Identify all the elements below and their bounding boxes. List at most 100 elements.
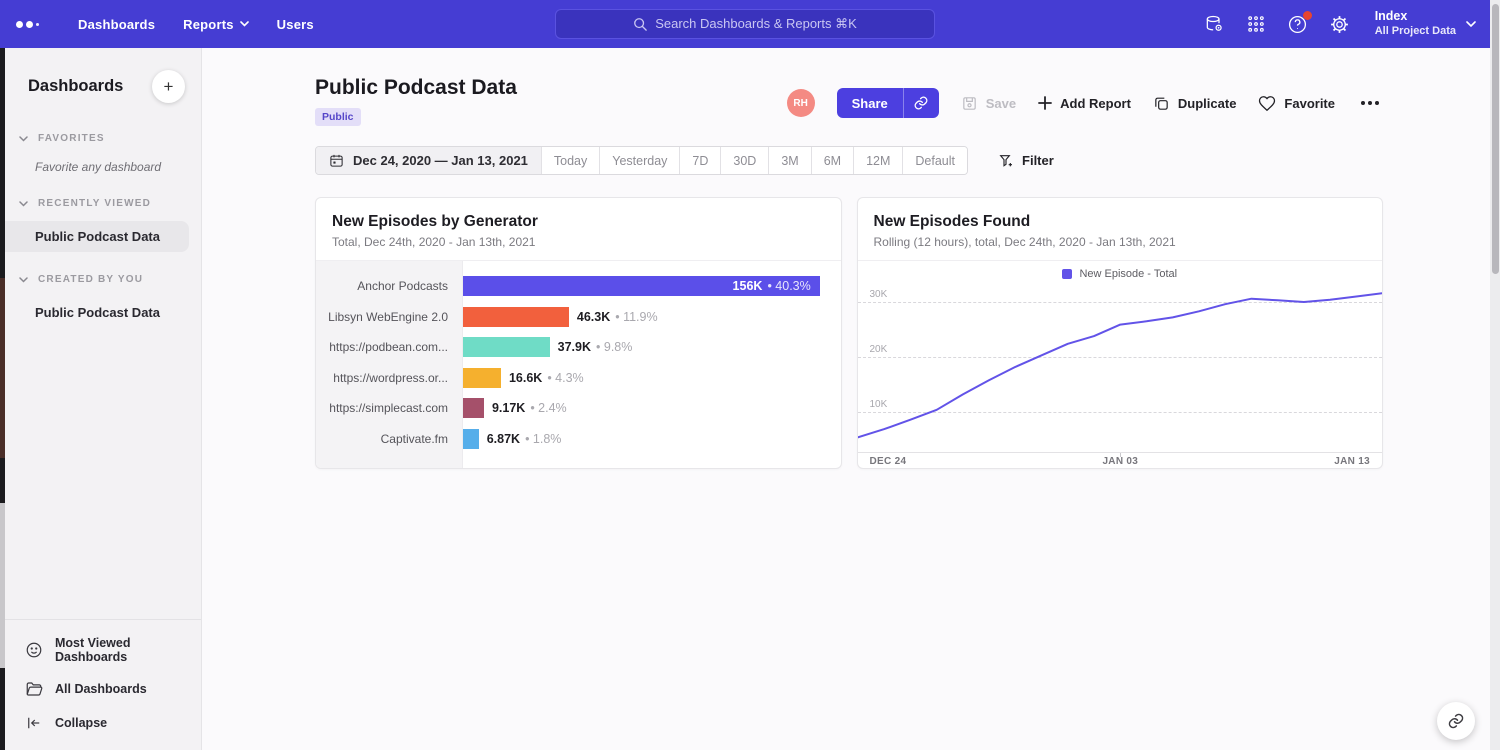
favorites-empty-text: Favorite any dashboard	[5, 150, 201, 176]
created-by-you-label: CREATED BY YOU	[38, 274, 143, 285]
duplicate-label: Duplicate	[1178, 96, 1237, 111]
collapse-label: Collapse	[55, 716, 107, 730]
duplicate-button[interactable]: Duplicate	[1153, 95, 1237, 112]
x-axis: DEC 24 JAN 03 JAN 13	[858, 452, 1383, 469]
floating-link-button[interactable]	[1437, 702, 1475, 740]
bar-libsyn[interactable]	[463, 307, 569, 327]
search-input[interactable]: Search Dashboards & Reports ⌘K	[555, 9, 935, 39]
sidebar: Dashboards + FAVORITES Favorite any dash…	[5, 48, 202, 750]
project-scope: All Project Data	[1375, 25, 1456, 39]
share-button[interactable]: Share	[837, 88, 903, 118]
data-sources-icon[interactable]	[1203, 13, 1225, 35]
created-by-you-section-header[interactable]: CREATED BY YOU	[5, 252, 201, 291]
line-series[interactable]	[858, 287, 1383, 452]
add-report-button[interactable]: Add Report	[1038, 96, 1131, 111]
nav-reports[interactable]: Reports	[183, 17, 249, 32]
sidebar-item-public-podcast-data-created[interactable]: Public Podcast Data	[5, 297, 189, 328]
link-icon	[913, 95, 929, 111]
category-label: Anchor Podcasts	[316, 271, 462, 302]
public-badge: Public	[315, 108, 361, 126]
preset-6m[interactable]: 6M	[811, 147, 853, 174]
preset-3m[interactable]: 3M	[768, 147, 810, 174]
legend-swatch	[1062, 269, 1072, 279]
top-navbar: Dashboards Reports Users Search Dashboar…	[0, 0, 1490, 48]
bar-chart-title: New Episodes by Generator	[332, 213, 825, 231]
preset-yesterday[interactable]: Yesterday	[599, 147, 679, 174]
bar-chart-subtitle: Total, Dec 24th, 2020 - Jan 13th, 2021	[332, 235, 825, 249]
favorites-section-header[interactable]: FAVORITES	[5, 111, 201, 150]
scrollbar-thumb[interactable]	[1492, 4, 1499, 274]
bar-wordpress[interactable]	[463, 368, 501, 388]
category-label: Captivate.fm	[316, 424, 462, 455]
share-split-button: Share	[837, 88, 939, 118]
chart-legend: New Episode - Total	[858, 261, 1383, 287]
project-name: Index	[1375, 9, 1456, 25]
main-content: Public Podcast Data Public RH Share Save	[202, 48, 1490, 750]
filter-label: Filter	[1022, 153, 1054, 168]
bar-chart-card: New Episodes by Generator Total, Dec 24t…	[315, 197, 842, 469]
more-options-button[interactable]	[1357, 97, 1383, 109]
chevron-down-icon	[1466, 21, 1476, 28]
notification-badge	[1303, 11, 1312, 20]
favorites-label: FAVORITES	[38, 133, 105, 144]
app-logo[interactable]	[16, 21, 50, 28]
calendar-icon	[329, 153, 344, 168]
folder-icon	[25, 680, 43, 698]
heart-icon	[1258, 95, 1276, 112]
bar-simplecast[interactable]	[463, 398, 484, 418]
legend-label: New Episode - Total	[1079, 268, 1177, 280]
add-report-label: Add Report	[1060, 96, 1131, 111]
help-icon[interactable]	[1287, 13, 1309, 35]
nav-dashboards-label: Dashboards	[78, 17, 155, 32]
duplicate-icon	[1153, 95, 1170, 112]
project-selector[interactable]: Index All Project Data	[1375, 9, 1476, 38]
x-tick-label: JAN 03	[1102, 456, 1138, 467]
page-title: Public Podcast Data	[315, 76, 517, 100]
collapse-sidebar-item[interactable]: Collapse	[5, 706, 201, 740]
save-label: Save	[986, 96, 1016, 111]
save-button[interactable]: Save	[961, 95, 1016, 112]
category-label: https://simplecast.com	[316, 393, 462, 424]
nav-dashboards[interactable]: Dashboards	[78, 17, 155, 32]
search-icon	[633, 17, 647, 31]
preset-default[interactable]: Default	[902, 147, 967, 174]
preset-30d[interactable]: 30D	[720, 147, 768, 174]
search-placeholder: Search Dashboards & Reports ⌘K	[655, 16, 857, 32]
favorite-button[interactable]: Favorite	[1258, 95, 1335, 112]
date-range-control: Dec 24, 2020 — Jan 13, 2021 Today Yester…	[315, 146, 968, 175]
plus-icon	[1038, 96, 1052, 110]
bar-captivate[interactable]	[463, 429, 479, 449]
bar-anchor-podcasts[interactable]: 156K• 40.3%	[463, 276, 820, 296]
filter-button[interactable]: Filter	[998, 153, 1054, 169]
page-scrollbar[interactable]	[1490, 0, 1500, 750]
preset-today[interactable]: Today	[541, 147, 599, 174]
collapse-icon	[25, 714, 43, 732]
date-range-button[interactable]: Dec 24, 2020 — Jan 13, 2021	[316, 147, 541, 174]
avatar[interactable]: RH	[787, 89, 815, 117]
date-range-label: Dec 24, 2020 — Jan 13, 2021	[353, 153, 528, 168]
preset-12m[interactable]: 12M	[853, 147, 902, 174]
most-viewed-dashboards-item[interactable]: Most Viewed Dashboards	[5, 628, 201, 672]
apps-grid-icon[interactable]	[1245, 13, 1267, 35]
save-icon	[961, 95, 978, 112]
recently-viewed-section-header[interactable]: RECENTLY VIEWED	[5, 176, 201, 215]
sidebar-item-public-podcast-data[interactable]: Public Podcast Data	[5, 221, 189, 252]
chevron-down-icon	[240, 21, 249, 27]
nav-users[interactable]: Users	[277, 17, 314, 32]
all-dashboards-label: All Dashboards	[55, 682, 147, 696]
nav-users-label: Users	[277, 17, 314, 32]
chevron-down-icon	[19, 136, 28, 142]
settings-gear-icon[interactable]	[1329, 13, 1351, 35]
bar-chart-category-labels: Anchor Podcasts Libsyn WebEngine 2.0 htt…	[316, 261, 463, 469]
line-chart-card: New Episodes Found Rolling (12 hours), t…	[857, 197, 1384, 469]
bar-podbean[interactable]	[463, 337, 550, 357]
x-tick-label: DEC 24	[870, 456, 907, 467]
add-dashboard-button[interactable]: +	[152, 70, 185, 103]
line-chart: 10K 20K 30K	[858, 287, 1383, 452]
share-link-button[interactable]	[903, 88, 939, 118]
chevron-down-icon	[19, 201, 28, 207]
filter-funnel-icon	[998, 153, 1014, 169]
smiley-icon	[25, 641, 43, 659]
all-dashboards-item[interactable]: All Dashboards	[5, 672, 201, 706]
preset-7d[interactable]: 7D	[679, 147, 720, 174]
